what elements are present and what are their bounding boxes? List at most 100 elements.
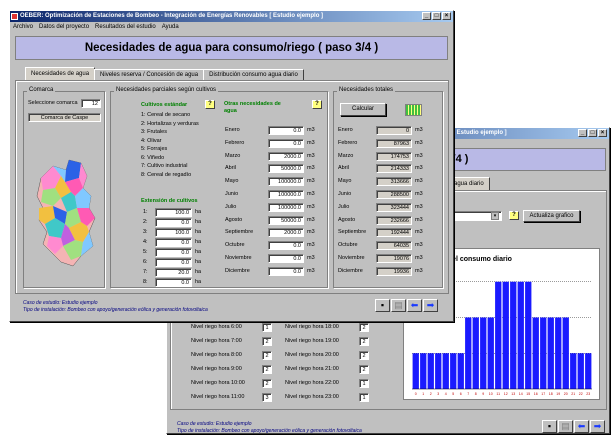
- maximize-button[interactable]: □: [588, 129, 597, 137]
- forward-arrow-icon[interactable]: ➡: [423, 299, 438, 312]
- cultivo-item: 8: Cereal de regadío: [141, 171, 192, 178]
- actualiza-grafico-button[interactable]: Actualiza grafico: [523, 210, 580, 222]
- cultivo-item: 6: Viñedo: [141, 154, 165, 161]
- otras-month-label: Febrero: [225, 139, 245, 146]
- otras-input[interactable]: 0.0: [268, 266, 304, 276]
- otras-input[interactable]: 2000.0: [268, 228, 304, 238]
- otras-month-label: Agosto: [225, 216, 243, 223]
- chart-bar: [502, 281, 509, 389]
- totales-value: 232666: [376, 215, 412, 225]
- tab-niveles-reserva[interactable]: Niveles reserva / Concesión de agua: [94, 69, 205, 80]
- back-window-title: [ Estudio ejemplo ]: [453, 130, 507, 136]
- extension-input[interactable]: 0.0: [155, 258, 192, 267]
- chart-tick-label: 21: [571, 392, 575, 396]
- riego-level-input[interactable]: 2: [262, 351, 272, 360]
- minimize-button[interactable]: _: [578, 129, 587, 137]
- menu-ayuda[interactable]: Ayuda: [162, 22, 179, 32]
- chevron-down-icon[interactable]: ▾: [491, 212, 499, 220]
- extension-input[interactable]: 100.0: [155, 228, 192, 237]
- extension-input[interactable]: 100.0: [155, 208, 192, 217]
- otras-unit: m3: [307, 255, 315, 261]
- riego-level-input[interactable]: 1: [359, 379, 369, 388]
- comarca-group-title: Comarca: [27, 87, 56, 93]
- otras-input[interactable]: 100000.0: [268, 177, 304, 187]
- totales-month-label: Agosto: [338, 216, 356, 223]
- tab-distribucion-consumo[interactable]: Distribución consumo agua diario: [203, 69, 304, 80]
- riego-level-input[interactable]: 2: [359, 365, 369, 374]
- hour-select[interactable]: ▾: [446, 211, 502, 221]
- help-icon[interactable]: ?: [205, 100, 215, 109]
- print-icon[interactable]: ▤: [391, 299, 406, 312]
- close-button[interactable]: ×: [442, 12, 451, 20]
- chart-bar: [435, 353, 442, 389]
- front-window-titlebar[interactable]: OEBER: Optimización de Estaciones de Bom…: [10, 11, 453, 22]
- riego-level-input[interactable]: 2: [359, 351, 369, 360]
- riego-label: Nivel riego hora 23:00: [285, 394, 339, 400]
- totales-month-label: Mayo: [338, 178, 352, 185]
- riego-level-input[interactable]: 1: [359, 393, 369, 402]
- save-icon[interactable]: ▪: [375, 299, 390, 312]
- extension-input[interactable]: 20.0: [155, 268, 192, 277]
- totales-unit: m3: [415, 139, 423, 146]
- menu-archivo[interactable]: Archivo: [13, 22, 33, 32]
- otras-input[interactable]: 50000.0: [268, 164, 304, 174]
- otras-input[interactable]: 100000.0: [268, 190, 304, 199]
- save-icon[interactable]: ▪: [542, 420, 557, 433]
- chart-tick-label: 16: [534, 392, 538, 396]
- extension-input[interactable]: 0.0: [155, 248, 192, 257]
- help-icon[interactable]: ?: [509, 211, 519, 220]
- menu-bar: Archivo Datos del proyecto Resultados de…: [10, 22, 453, 32]
- menu-datos-proyecto[interactable]: Datos del proyecto: [39, 22, 89, 32]
- totales-month-label: Julio: [338, 203, 350, 210]
- otras-input[interactable]: 50000.0: [268, 215, 304, 225]
- menu-resultados[interactable]: Resultados del estudio: [95, 22, 156, 32]
- otras-unit: m3: [307, 152, 315, 159]
- riego-level-input[interactable]: 2: [359, 323, 369, 332]
- chart-bar: [442, 353, 449, 389]
- otras-month-label: Diciembre: [225, 267, 250, 274]
- riego-level-input[interactable]: 2: [359, 337, 369, 346]
- print-icon[interactable]: ▤: [558, 420, 573, 433]
- extension-unit: ha: [195, 219, 202, 225]
- otras-input[interactable]: 2000.0: [268, 151, 304, 161]
- tab-necesidades-agua[interactable]: Necesidades de agua: [25, 67, 96, 80]
- chart-bar: [465, 317, 472, 389]
- close-button[interactable]: ×: [598, 129, 607, 137]
- forward-arrow-icon[interactable]: ➡: [590, 420, 605, 433]
- otras-input[interactable]: 0.0: [268, 138, 304, 148]
- extension-input[interactable]: 0.0: [155, 278, 192, 287]
- chart-bar: [487, 317, 494, 389]
- comarca-spinner[interactable]: 12: [81, 99, 101, 108]
- otras-input[interactable]: 0.0: [268, 126, 304, 135]
- help-icon[interactable]: ?: [312, 100, 322, 109]
- riego-level-input[interactable]: 1: [262, 323, 272, 332]
- totales-month-label: Octubre: [338, 242, 358, 249]
- otras-input[interactable]: 0.0: [268, 254, 304, 263]
- calcular-button[interactable]: Calcular: [340, 103, 386, 116]
- otras-unit: m3: [307, 216, 315, 223]
- back-arrow-icon[interactable]: ⬅: [407, 299, 422, 312]
- chart-bar: [420, 353, 427, 389]
- maximize-button[interactable]: □: [432, 12, 441, 20]
- extension-input[interactable]: 0.0: [155, 238, 192, 247]
- chart-bar: [480, 317, 487, 389]
- extension-input[interactable]: 0.0: [155, 218, 192, 227]
- otras-input[interactable]: 0.0: [268, 241, 304, 251]
- riego-level-input[interactable]: 3: [262, 393, 272, 402]
- chart-bar: [525, 281, 532, 389]
- totales-value: 174753: [376, 151, 412, 161]
- riego-level-input[interactable]: 2: [262, 365, 272, 374]
- minimize-button[interactable]: _: [422, 12, 431, 20]
- otras-month-label: Junio: [225, 191, 239, 197]
- riego-level-input[interactable]: 2: [262, 337, 272, 346]
- back-arrow-icon[interactable]: ⬅: [574, 420, 589, 433]
- extension-unit: ha: [195, 259, 202, 265]
- totales-unit: m3: [415, 203, 423, 210]
- riego-level-input[interactable]: 2: [262, 379, 272, 388]
- otras-input[interactable]: 100000.0: [268, 202, 304, 212]
- extension-index: 3:: [143, 229, 148, 235]
- back-status-bar: Caso de estudio: Estudio ejemplo Tipo de…: [177, 421, 362, 434]
- chart-bar: [472, 317, 479, 389]
- app-icon: [11, 13, 18, 20]
- otras-unit: m3: [307, 242, 315, 249]
